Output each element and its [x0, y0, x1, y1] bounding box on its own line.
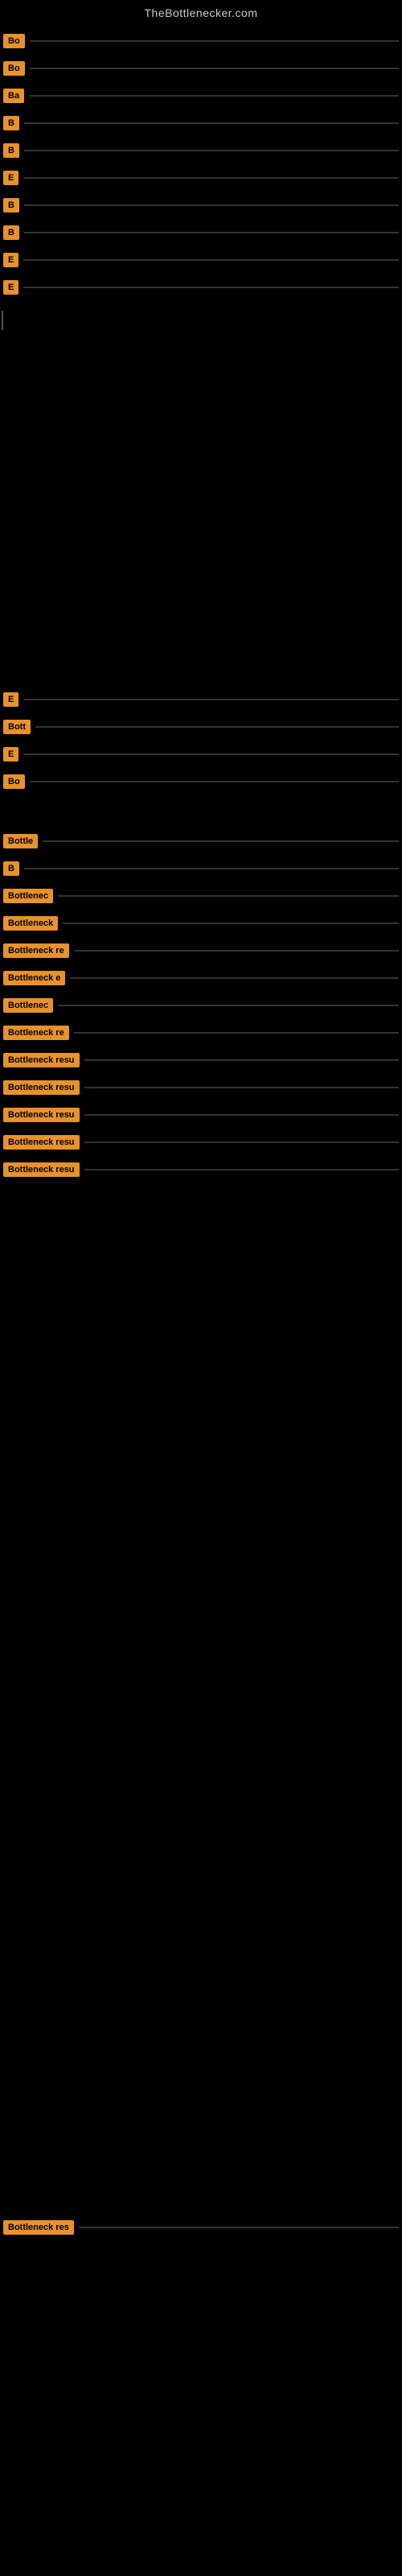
bar-bb17 [84, 1169, 399, 1170]
badge-bb7[interactable]: Bottlenec [3, 889, 53, 903]
bar-bb8 [63, 923, 399, 924]
badge-b8[interactable]: B [3, 225, 19, 240]
row-bb4: Bo [2, 771, 400, 792]
bar-bb7 [58, 895, 399, 897]
row-6: E [2, 167, 400, 188]
bar-8 [24, 232, 399, 233]
badge-bb2[interactable]: Bott [3, 720, 31, 734]
row-bb14: Bottleneck resu [2, 1077, 400, 1098]
bar-bb14 [84, 1087, 399, 1088]
content-area-2 [0, 531, 402, 676]
spacer-large [0, 1183, 402, 2214]
badge-bb11[interactable]: Bottlenec [3, 998, 53, 1013]
site-title: TheBottlenecker.com [144, 6, 257, 19]
badge-bb17[interactable]: Bottleneck resu [3, 1162, 80, 1177]
badge-b4[interactable]: B [3, 116, 19, 130]
badge-bb6[interactable]: B [3, 861, 19, 876]
badge-bb14[interactable]: Bottleneck resu [3, 1080, 80, 1095]
bar-bb4 [30, 781, 399, 782]
badge-b10[interactable]: E [3, 280, 18, 295]
bottom-badges-section: E Bott E Bo Bottle B Bottlenec Bottlenec… [0, 683, 402, 1183]
badge-bb4[interactable]: Bo [3, 774, 25, 789]
badge-bb3[interactable]: E [3, 747, 18, 762]
bar-bb6 [24, 868, 399, 869]
badge-b3[interactable]: Ba [3, 89, 24, 103]
site-header: TheBottlenecker.com [0, 0, 402, 24]
row-9: E [2, 250, 400, 270]
bar-3 [29, 95, 399, 97]
row-bb1: E [2, 689, 400, 710]
chart-area [0, 338, 402, 531]
top-badges-section: Bo Bo Ba B B E B B E E [0, 24, 402, 301]
badge-bb12[interactable]: Bottleneck re [3, 1026, 69, 1040]
row-bb10: Bottleneck e [2, 968, 400, 989]
badge-b6[interactable]: E [3, 171, 18, 185]
row-bb2: Bott [2, 716, 400, 737]
row-bb12: Bottleneck re [2, 1022, 400, 1043]
bar-bb2 [35, 726, 399, 728]
row-bb5: Bottle [2, 831, 400, 852]
row-2: Bo [2, 58, 400, 79]
row-bb11: Bottlenec [2, 995, 400, 1016]
badge-bb8[interactable]: Bottleneck [3, 916, 58, 931]
row-4: B [2, 113, 400, 134]
bar-4 [24, 122, 399, 124]
bar-bb5 [43, 840, 399, 842]
row-bb9: Bottleneck re [2, 940, 400, 961]
bar-7 [24, 204, 399, 206]
badge-bb15[interactable]: Bottleneck resu [3, 1108, 80, 1122]
bar-bb9 [74, 950, 399, 952]
badge-bb16[interactable]: Bottleneck resu [3, 1135, 80, 1150]
row-bb17: Bottleneck resu [2, 1159, 400, 1180]
badge-b9[interactable]: E [3, 253, 18, 267]
row-bb6: B [2, 858, 400, 879]
vline-marker [2, 311, 402, 330]
badge-b7[interactable]: B [3, 198, 19, 213]
bar-5 [24, 150, 399, 151]
badge-b2[interactable]: Bo [3, 61, 25, 76]
bar-bb16 [84, 1141, 399, 1143]
bar-bb11 [58, 1005, 399, 1006]
row-bb8: Bottleneck [2, 913, 400, 934]
row-bb15: Bottleneck resu [2, 1104, 400, 1125]
bar-2 [30, 68, 399, 69]
bar-bb18 [79, 2227, 399, 2228]
bar-bb10 [70, 977, 399, 979]
bar-bb13 [84, 1059, 399, 1061]
row-bb18: Bottleneck res [2, 2217, 400, 2238]
row-10: E [2, 277, 400, 298]
bar-bb3 [23, 753, 399, 755]
bar-1 [30, 40, 399, 42]
bottom-final-section: Bottleneck res [0, 2214, 402, 2241]
row-1: Bo [2, 31, 400, 52]
badge-bb10[interactable]: Bottleneck e [3, 971, 65, 985]
row-bb13: Bottleneck resu [2, 1050, 400, 1071]
bar-10 [23, 287, 399, 288]
bar-6 [23, 177, 399, 179]
badge-bb18[interactable]: Bottleneck res [3, 2220, 74, 2235]
row-bb3: E [2, 744, 400, 765]
bar-9 [23, 259, 399, 261]
row-7: B [2, 195, 400, 216]
bar-bb1 [23, 699, 399, 700]
badge-bb1[interactable]: E [3, 692, 18, 707]
badge-bb13[interactable]: Bottleneck resu [3, 1053, 80, 1067]
row-3: Ba [2, 85, 400, 106]
badge-b1[interactable]: Bo [3, 34, 25, 48]
bar-bb15 [84, 1114, 399, 1116]
row-8: B [2, 222, 400, 243]
badge-bb9[interactable]: Bottleneck re [3, 943, 69, 958]
row-5: B [2, 140, 400, 161]
badge-b5[interactable]: B [3, 143, 19, 158]
row-bb16: Bottleneck resu [2, 1132, 400, 1153]
footer-space [0, 2241, 402, 2499]
badge-bb5[interactable]: Bottle [3, 834, 38, 848]
bar-bb12 [74, 1032, 399, 1034]
spacer-1 [2, 792, 400, 828]
row-bb7: Bottlenec [2, 886, 400, 906]
